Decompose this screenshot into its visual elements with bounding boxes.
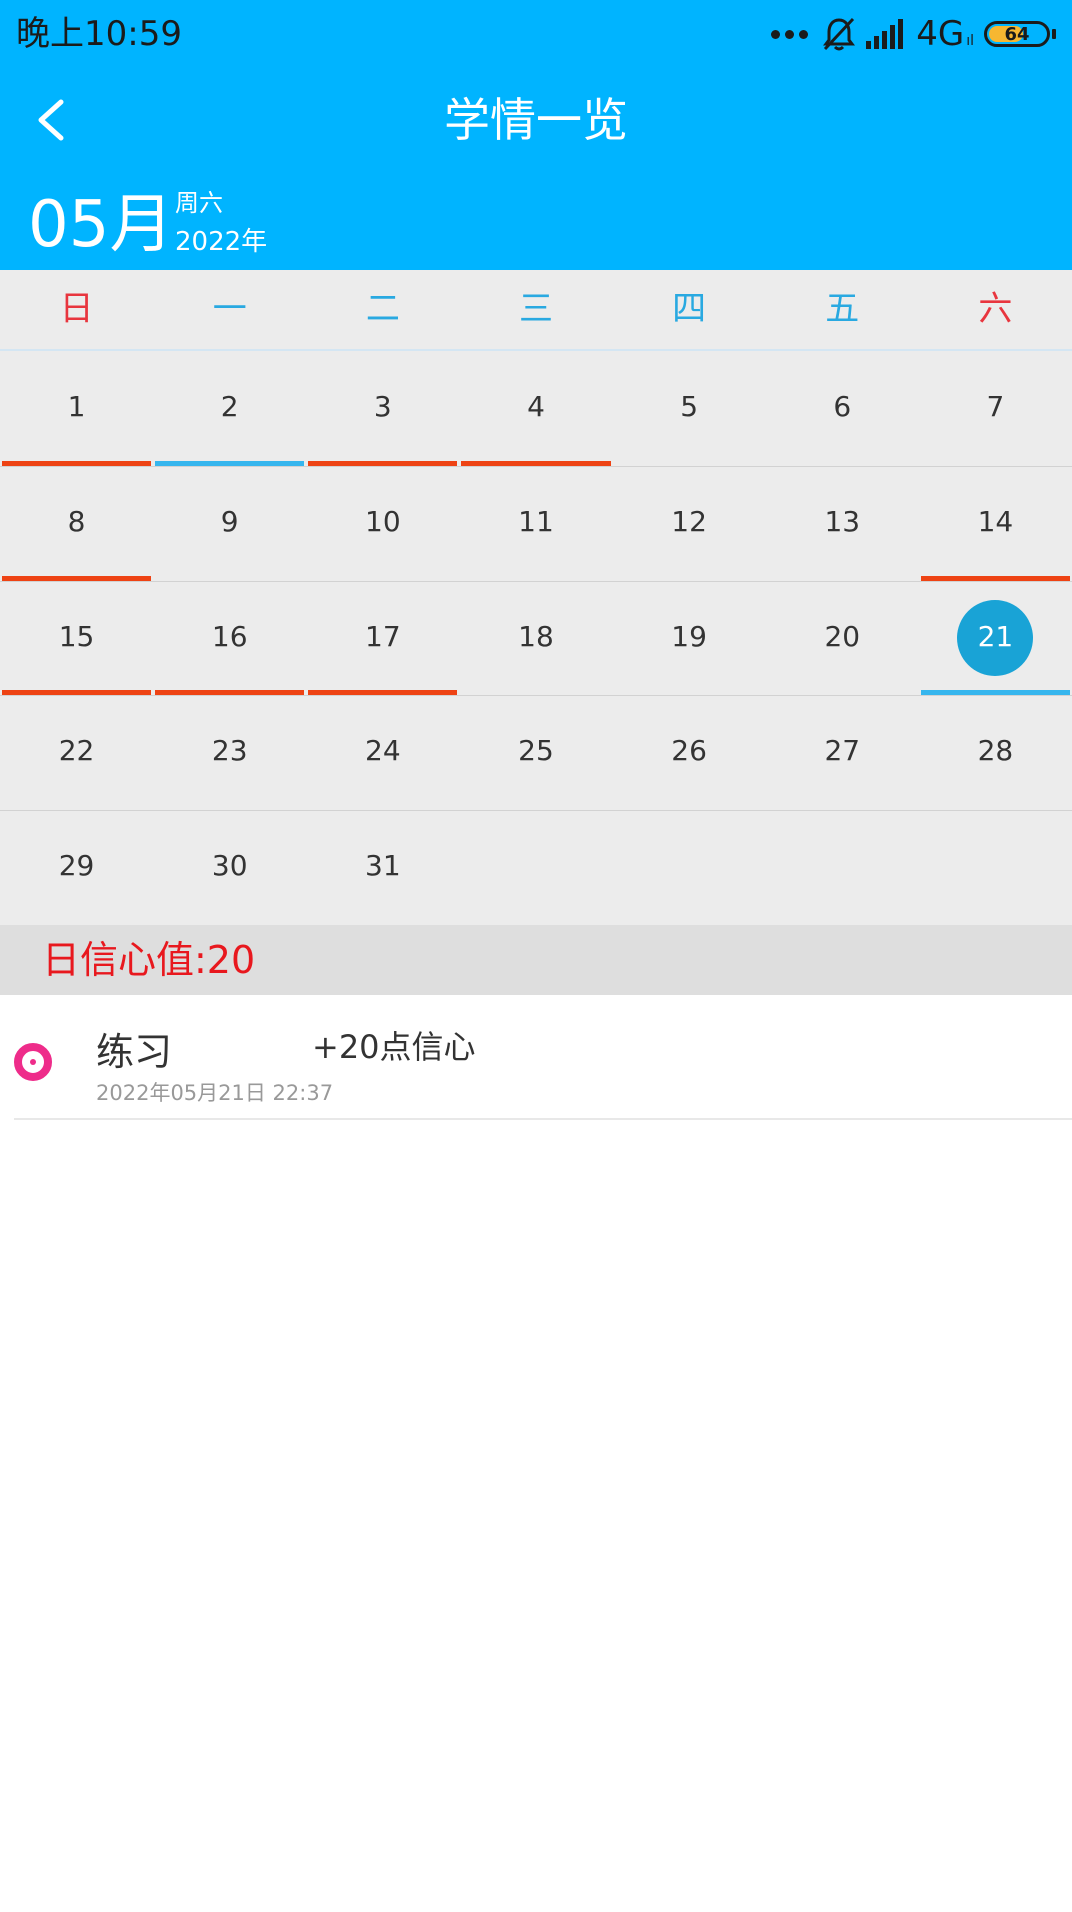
day-number: 21 — [977, 619, 1014, 653]
calendar-day[interactable]: 11 — [459, 466, 612, 581]
weekday-label: 日 — [59, 289, 94, 329]
divider — [14, 1118, 1072, 1120]
day-number: 4 — [527, 390, 545, 423]
day-number: 31 — [365, 849, 401, 883]
day-number: 9 — [220, 504, 239, 538]
record-name: 练习 — [96, 1030, 173, 1074]
calendar-day[interactable]: 1 — [0, 351, 153, 466]
day-number: 6 — [833, 390, 852, 423]
day-number: 23 — [211, 734, 248, 768]
day-number: 22 — [58, 734, 95, 768]
day-number: 28 — [977, 734, 1014, 768]
calendar-day[interactable]: 14 — [919, 466, 1072, 581]
weekday-label: 一 — [212, 289, 247, 329]
battery-tip — [1052, 29, 1056, 39]
calendar-day[interactable]: 9 — [153, 466, 306, 581]
calendar-day[interactable]: 4 — [459, 351, 612, 466]
record-item[interactable]: 练习 +20点信心 2022年05月21日 22:37 — [0, 995, 1072, 1120]
calendar-day[interactable]: 31 — [306, 810, 459, 925]
calendar-day[interactable]: 3 — [306, 351, 459, 466]
battery-level: 64 — [1004, 23, 1030, 45]
calendar-day[interactable]: 23 — [153, 695, 306, 810]
status-time: 晚上10:59 — [16, 14, 182, 54]
calendar-day[interactable]: 12 — [613, 466, 766, 581]
day-number: 11 — [518, 504, 554, 538]
day-number: 12 — [671, 504, 707, 538]
day-number: 13 — [824, 504, 861, 538]
weekday-label: 五 — [825, 289, 860, 329]
calendar-day[interactable]: 8 — [0, 466, 153, 581]
page-title: 学情一览 — [444, 93, 628, 147]
calendar-day[interactable]: 15 — [0, 581, 153, 696]
current-year: 2022年 — [175, 227, 268, 257]
day-number: 16 — [211, 619, 248, 653]
calendar-grid: 1 2 3 4 5 6 7 8 9 10 11 12 13 14 15 16 17 18 19 20 21 22 23 24 2… — [0, 351, 1072, 925]
calendar-day[interactable]: 29 — [0, 810, 153, 925]
weekday-header: 日一二三四五六 — [0, 270, 1072, 351]
record-time: 2022年05月21日 22:37 — [96, 1081, 334, 1105]
calendar-day[interactable]: 28 — [919, 695, 1072, 810]
bell-muted-icon — [823, 17, 856, 51]
day-number: 8 — [67, 504, 86, 538]
calendar-day[interactable]: 17 — [306, 581, 459, 696]
calendar-day[interactable]: 22 — [0, 695, 153, 810]
current-weekday: 周六 — [175, 189, 223, 217]
calendar-day[interactable]: 10 — [306, 466, 459, 581]
calendar-day[interactable]: 25 — [459, 695, 612, 810]
day-number: 18 — [518, 619, 554, 653]
calendar-day[interactable]: 27 — [766, 695, 919, 810]
status-bar: 晚上10:59 4G ıl 64 — [0, 0, 1072, 70]
calendar-day[interactable]: 18 — [459, 581, 612, 696]
title-bar: 学情一览 — [0, 70, 1072, 170]
calendar-day[interactable]: 19 — [613, 581, 766, 696]
day-number: 7 — [986, 390, 1005, 423]
signal-icon — [866, 19, 904, 49]
calendar-day[interactable]: 7 — [919, 351, 1072, 466]
weekday-label: 三 — [518, 289, 553, 329]
day-number: 19 — [671, 619, 707, 653]
calendar-day[interactable]: 30 — [153, 810, 306, 925]
calendar-day[interactable]: 6 — [766, 351, 919, 466]
day-number: 27 — [824, 734, 861, 768]
day-number: 29 — [58, 849, 95, 883]
record-points: +20点信心 — [312, 1028, 476, 1066]
calendar-day[interactable]: 26 — [613, 695, 766, 810]
calendar-day[interactable]: 16 — [153, 581, 306, 696]
calendar-day[interactable]: 20 — [766, 581, 919, 696]
day-number: 3 — [373, 390, 392, 423]
day-number: 25 — [518, 734, 554, 768]
calendar-day[interactable]: 2 — [153, 351, 306, 466]
status-icons: 4G ıl 64 — [771, 12, 1056, 56]
daily-confidence-value: 日信心值:20 — [42, 938, 256, 982]
day-number: 1 — [67, 390, 86, 423]
top-header: 晚上10:59 4G ıl 64 学情一览 05月 周六 2022年 — [0, 0, 1072, 270]
day-number: 14 — [977, 504, 1014, 538]
weekday-label: 四 — [672, 289, 707, 329]
target-circle-icon — [14, 1043, 52, 1081]
calendar-day[interactable]: 5 — [613, 351, 766, 466]
more-dots-icon — [771, 29, 809, 39]
network-activity: ıl — [966, 33, 974, 49]
calendar-day[interactable]: 24 — [306, 695, 459, 810]
day-number: 17 — [365, 619, 401, 653]
calendar-day[interactable]: 21 — [919, 581, 1072, 696]
day-number: 24 — [365, 734, 401, 768]
weekday-label: 六 — [978, 289, 1013, 329]
day-number: 2 — [220, 390, 239, 423]
day-number: 5 — [680, 390, 699, 423]
day-number: 30 — [211, 849, 248, 883]
day-number: 15 — [58, 619, 95, 653]
weekday-label: 二 — [365, 289, 400, 329]
network-type: 4G — [916, 14, 965, 54]
day-number: 20 — [824, 619, 861, 653]
battery-icon: 64 — [984, 21, 1050, 47]
daily-summary: 日信心值:20 — [0, 925, 1072, 995]
calendar-day[interactable]: 13 — [766, 466, 919, 581]
app-screen: 晚上10:59 4G ıl 64 学情一览 05月 周六 2022年 日 一 二… — [0, 0, 1072, 1912]
month-bar: 05月 周六 2022年 — [0, 170, 1072, 270]
current-month: 05月 — [28, 188, 174, 262]
day-number: 26 — [671, 734, 707, 768]
day-number: 10 — [365, 504, 401, 538]
